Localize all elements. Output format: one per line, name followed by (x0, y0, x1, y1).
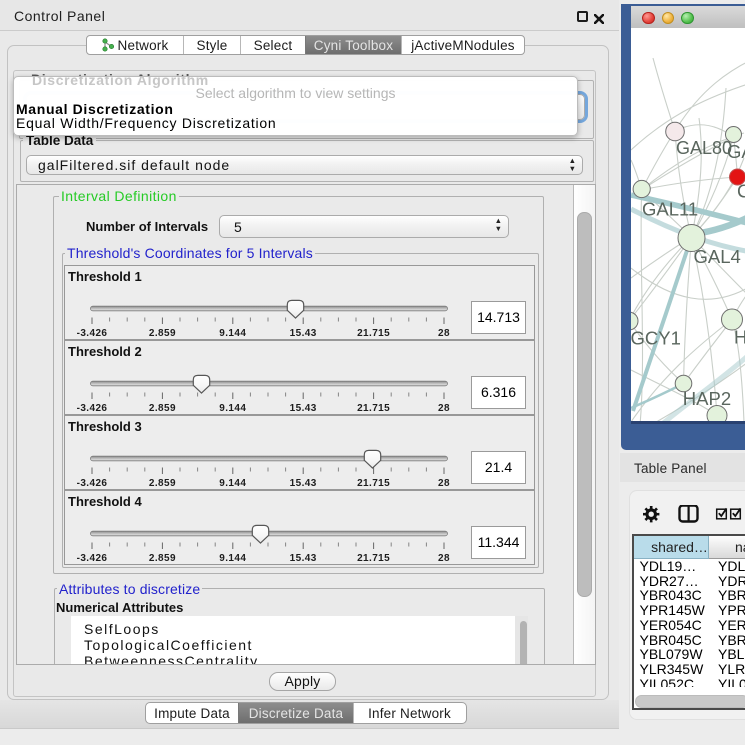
svg-text:2.859: 2.859 (149, 553, 176, 564)
svg-text:15.43: 15.43 (290, 403, 317, 414)
svg-text:2.859: 2.859 (149, 328, 176, 339)
svg-text:21.715: 21.715 (357, 478, 390, 489)
svg-text:15.43: 15.43 (290, 553, 317, 564)
svg-text:-3.426: -3.426 (77, 328, 108, 339)
svg-text:28: 28 (438, 403, 450, 414)
svg-text:28: 28 (438, 553, 450, 564)
svg-text:GAL11: GAL11 (642, 198, 698, 219)
svg-text:-3.426: -3.426 (77, 403, 108, 414)
svg-text:-3.426: -3.426 (77, 478, 108, 489)
svg-text:C: C (737, 180, 745, 201)
svg-text:9.144: 9.144 (219, 478, 246, 489)
svg-text:GCY1: GCY1 (631, 327, 681, 348)
svg-text:HAP2: HAP2 (683, 388, 731, 409)
svg-text:21.715: 21.715 (357, 328, 390, 339)
svg-text:-3.426: -3.426 (77, 553, 108, 564)
svg-text:28: 28 (438, 328, 450, 339)
svg-text:GA: GA (727, 141, 745, 162)
svg-text:21.715: 21.715 (357, 553, 390, 564)
svg-text:21.715: 21.715 (357, 403, 390, 414)
svg-text:2.859: 2.859 (149, 478, 176, 489)
svg-text:9.144: 9.144 (219, 328, 246, 339)
svg-text:28: 28 (438, 478, 450, 489)
svg-text:15.43: 15.43 (290, 478, 317, 489)
svg-text:15.43: 15.43 (290, 328, 317, 339)
svg-text:GAL4: GAL4 (694, 246, 741, 267)
svg-text:H: H (734, 326, 745, 347)
svg-text:GAL80: GAL80 (676, 138, 732, 158)
svg-text:9.144: 9.144 (219, 403, 246, 414)
svg-text:2.859: 2.859 (149, 403, 176, 414)
svg-text:9.144: 9.144 (219, 553, 246, 564)
